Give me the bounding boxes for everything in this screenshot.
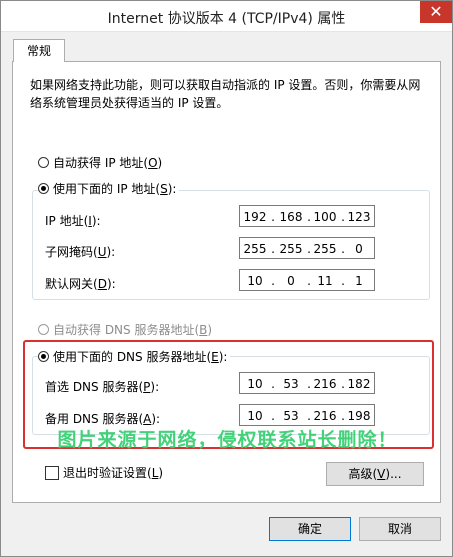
auto-ip-option[interactable]: 自动获得 IP 地址(O) [38,154,162,170]
subnet-mask-label: 子网掩码(U): [45,245,116,259]
watermark-text: 图片来源于网络，侵权联系站长删除！ [57,429,398,451]
manual-ip-label: 使用下面的 IP 地址(S): [53,181,177,196]
auto-dns-label: 自动获得 DNS 服务器地址(B) [53,322,213,337]
manual-ip-radio[interactable] [38,182,49,194]
auto-ip-label: 自动获得 IP 地址(O) [53,155,163,170]
validate-option[interactable]: 退出时验证设置(L) [45,464,163,481]
description-text: 如果网络支持此功能，则可以获取自动指派的 IP 设置。否则，你需要从网络系统管理… [30,78,421,110]
ok-button[interactable]: 确定 [269,517,351,541]
title-bar[interactable]: Internet 协议版本 4 (TCP/IPv4) 属性 ✕ [1,1,452,32]
subnet-mask-field[interactable]: 255. 255. 255. 0 [239,237,375,259]
ip-address-label: IP 地址(I): [45,214,101,228]
manual-ip-option[interactable]: 使用下面的 IP 地址(S): [38,180,180,196]
dialog-window: Internet 协议版本 4 (TCP/IPv4) 属性 ✕ 常规 如果网络支… [0,0,453,557]
window-title: Internet 协议版本 4 (TCP/IPv4) 属性 [107,11,346,27]
auto-ip-radio[interactable] [38,156,49,168]
close-button[interactable]: ✕ [420,1,452,23]
cancel-button[interactable]: 取消 [359,517,441,541]
validate-label: 退出时验证设置(L) [63,466,164,480]
auto-dns-option[interactable]: 自动获得 DNS 服务器地址(B) [38,321,212,337]
auto-dns-radio[interactable] [38,323,49,335]
ip-address-field[interactable]: 192. 168. 100. 123 [239,205,375,227]
gateway-label: 默认网关(D): [45,277,116,291]
validate-checkbox[interactable] [45,465,59,480]
advanced-button[interactable]: 高级(V)... [326,462,424,486]
gateway-field[interactable]: 10. 0. 11. 1 [239,269,375,291]
tab-general[interactable]: 常规 [13,39,65,62]
